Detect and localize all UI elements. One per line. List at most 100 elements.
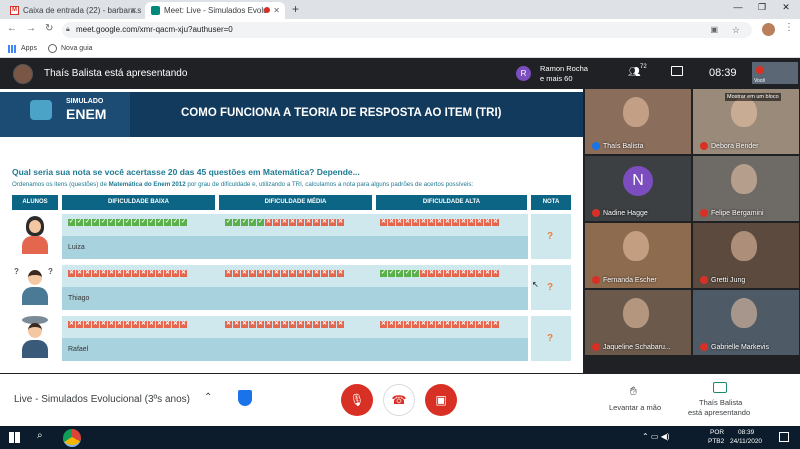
cross-icon: ✕ [180,270,187,277]
new-tab-button[interactable]: + [292,2,299,16]
taskbar-date[interactable]: 24/11/2020 [730,438,762,445]
cross-icon: ✕ [273,270,280,277]
tab-meet[interactable]: Meet: Live - Simulados Evolu ✕ [145,2,285,19]
cross-icon: ✕ [92,321,99,328]
participant-video [623,97,649,127]
browser-tab-strip: M Caixa de entrada (22) - barbara.s ✕ Me… [0,0,800,19]
reload-icon[interactable]: ↻ [45,23,53,34]
present-screen-icon[interactable] [713,382,727,393]
cross-icon: ✕ [476,219,483,226]
cross-icon: ✕ [76,270,83,277]
mic-off-icon [700,209,708,217]
participant-tile[interactable]: Gabrielle Markevis [693,290,799,355]
check-icon: ✓ [164,219,171,226]
cross-icon: ✕ [313,219,320,226]
participants-badge[interactable]: R Ramon Rocha e mais 60 [514,62,602,84]
subtitle-post: por grau de dificuldade e, utilizando a … [185,181,474,188]
show-in-block-button[interactable]: Mostrar em um bloco [725,93,781,101]
cross-icon: ✕ [249,321,256,328]
participant-tile[interactable]: N Nadine Hagge [585,156,691,221]
close-window-icon[interactable]: ✕ [776,2,796,13]
lang2[interactable]: PTB2 [708,438,724,445]
logo-top: SIMULADO [66,98,104,105]
self-view[interactable]: Você [752,62,798,84]
cross-icon: ✕ [116,270,123,277]
cross-icon: ✕ [265,270,272,277]
menu-dots-icon[interactable]: ⋮ [784,22,794,33]
cross-icon: ✕ [412,321,419,328]
student-avatar [12,316,58,361]
cross-icon: ✕ [321,270,328,277]
marks-media: ✕ ✕ ✕ ✕ ✕ ✕ ✕ ✕ ✕ ✕ ✕ ✕ ✕ ✕ ✕ [225,321,344,328]
check-icon: ✓ [180,219,187,226]
chat-icon[interactable] [671,66,683,76]
participant-tile[interactable]: Felipe Bergamini [693,156,799,221]
cross-icon: ✕ [484,321,491,328]
cross-icon: ✕ [305,270,312,277]
check-icon: ✓ [233,219,240,226]
close-tab-icon[interactable]: ✕ [273,6,280,15]
mic-off-icon [700,142,708,150]
tab-label: Caixa de entrada (22) - barbara.s [23,6,142,15]
minimize-icon[interactable]: — [728,2,748,12]
back-arrow-icon[interactable]: ← [7,23,17,34]
participant-tile[interactable]: Jaqueline Schabaru... [585,290,691,355]
participant-tile[interactable]: Fernanda Escher [585,223,691,288]
raise-hand-label[interactable]: Levantar a mão [609,403,661,412]
chevron-up-icon[interactable]: ⌃ [204,392,212,403]
student-avatar [12,214,58,259]
participant-video [623,298,649,328]
cross-icon: ✕ [156,270,163,277]
chrome-taskbar-icon[interactable] [63,429,81,447]
notifications-icon[interactable] [779,432,789,442]
raise-hand-icon[interactable]: ✋︎ [630,384,637,399]
mic-off-button[interactable]: 🎙︎ [341,384,373,416]
self-mic-off-icon [756,66,764,74]
participant-tile[interactable]: Thaís Balista [585,89,691,154]
tray-icons[interactable]: ⌃ ▭ ◀︎) [642,432,670,441]
participant-name: Jaqueline Schabaru... [603,344,671,351]
cross-icon: ✕ [140,270,147,277]
cross-icon: ✕ [233,270,240,277]
forward-arrow-icon[interactable]: → [26,23,36,34]
cross-icon: ✕ [468,219,475,226]
participant-name: Gabrielle Markevis [711,344,769,351]
bookmark-apps[interactable]: Apps [21,45,37,52]
cross-icon: ✕ [412,219,419,226]
people-icon[interactable]: 👥︎ [628,67,641,78]
windows-start-icon[interactable] [9,432,20,443]
tab-gmail[interactable]: M Caixa de entrada (22) - barbara.s ✕ [4,2,142,19]
meeting-name[interactable]: Live - Simulados Evolucional (3ºs anos) [14,394,190,405]
cross-icon: ✕ [436,219,443,226]
shield-icon[interactable] [238,390,252,406]
maximize-icon[interactable]: ❐ [752,2,772,13]
star-icon[interactable]: ☆ [732,22,740,38]
search-icon[interactable]: ⌕ [37,430,43,441]
apps-grid-icon[interactable] [8,45,16,53]
cross-icon: ✕ [329,321,336,328]
cross-icon: ✕ [265,219,272,226]
participant-tile[interactable]: Gretti Jung [693,223,799,288]
participant-tile[interactable]: Debora Bender Mostrar em um bloco [693,89,799,154]
phone-hangup-icon: ☎︎ [391,393,407,407]
lang1[interactable]: POR [710,429,724,436]
leave-call-button[interactable]: ☎︎ [383,384,415,416]
windows-taskbar: ⌕ ⌃ ▭ ◀︎) POR PTB2 08:39 24/11/2020 [0,426,800,449]
camera-off-button[interactable]: ▣ [425,384,457,416]
camera-icon[interactable]: ▣ [710,22,718,38]
check-icon: ✓ [257,219,264,226]
bookmark-nova-guia[interactable]: Nova guia [61,45,93,52]
check-icon: ✓ [116,219,123,226]
cross-icon: ✕ [388,219,395,226]
cross-icon: ✕ [172,321,179,328]
cross-icon: ✕ [428,219,435,226]
close-tab-icon[interactable]: ✕ [130,6,137,15]
address-bar[interactable]: 🔒︎ meet.google.com/xmr-qacm-xju?authuser… [62,22,752,38]
profile-avatar[interactable] [762,23,775,36]
participants-badge-line2: e mais 60 [540,74,573,83]
check-icon: ✓ [92,219,99,226]
cross-icon: ✕ [297,219,304,226]
check-icon: ✓ [156,219,163,226]
cross-icon: ✕ [329,270,336,277]
taskbar-time[interactable]: 08:39 [738,429,754,436]
